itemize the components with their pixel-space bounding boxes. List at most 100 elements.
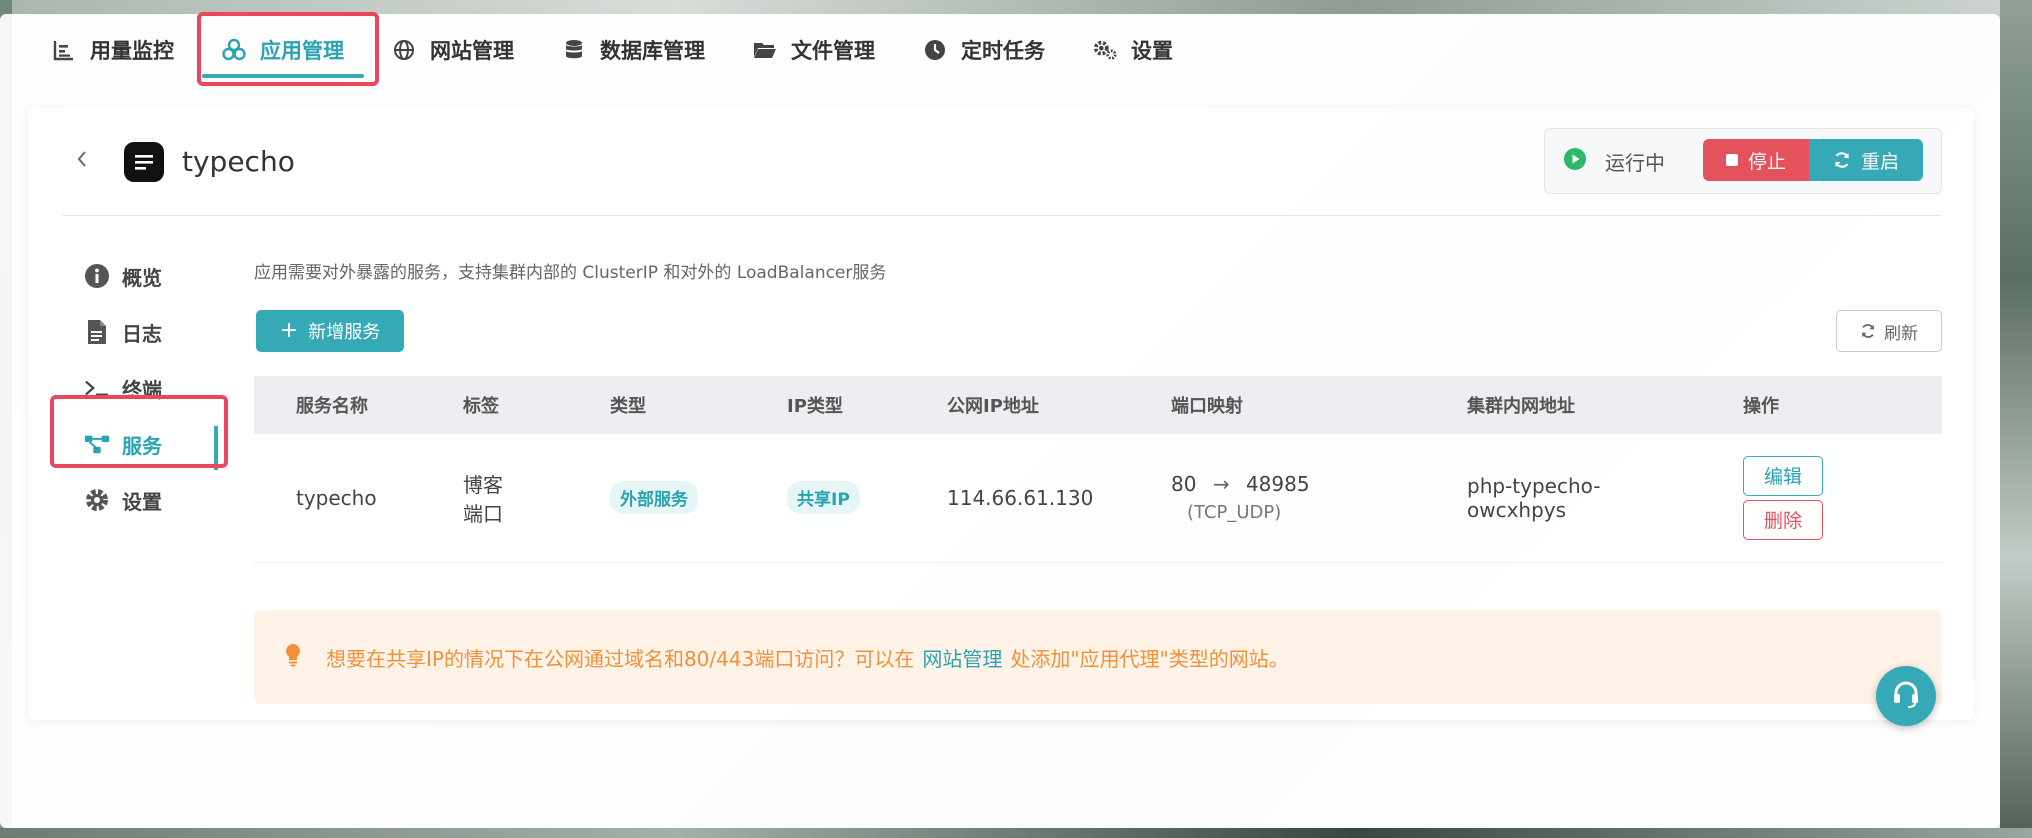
nav-item-files[interactable]: 文件管理 — [729, 22, 899, 78]
ip-type-badge: 共享IP — [787, 481, 860, 515]
arrow-right-icon: → — [1212, 472, 1230, 497]
chevron-left-icon — [75, 149, 89, 175]
gear-icon — [84, 487, 110, 513]
clock-icon — [923, 38, 947, 62]
column-header: 类型 — [610, 396, 646, 417]
nav-item-label: 设置 — [1131, 39, 1173, 63]
website-management-link[interactable]: 网站管理 — [922, 643, 1002, 672]
tip-text: 想要在共享IP的情况下在公网通过域名和80/443端口访问？可以在 — [326, 646, 915, 671]
add-service-button[interactable]: + 新增服务 — [256, 310, 404, 352]
file-icon — [84, 319, 110, 345]
nav-item-settings[interactable]: 设置 — [1069, 22, 1197, 78]
background-right — [2000, 0, 2032, 838]
side-item-terminal[interactable]: 终端 — [84, 360, 224, 416]
side-item-label: 日志 — [122, 321, 162, 346]
database-icon — [562, 38, 586, 62]
card-header: typecho 运行中 停止 重启 — [62, 108, 1942, 216]
column-header: 端口映射 — [1171, 396, 1243, 417]
lightbulb-icon — [284, 643, 302, 672]
nav-item-usage[interactable]: 用量监控 — [28, 22, 198, 78]
nav-item-label: 文件管理 — [791, 39, 875, 63]
stop-label: 停止 — [1747, 150, 1786, 173]
nav-item-label: 定时任务 — [961, 39, 1045, 63]
info-icon — [84, 263, 110, 289]
nav-item-label: 应用管理 — [260, 39, 344, 63]
share-nodes-icon — [84, 431, 110, 457]
column-header: 公网IP地址 — [947, 396, 1039, 417]
nav-item-label: 用量监控 — [90, 39, 174, 63]
terminal-icon — [84, 375, 110, 401]
refresh-button[interactable]: 刷新 — [1836, 310, 1942, 352]
apps-icon — [222, 38, 246, 62]
port-from: 80 — [1171, 472, 1197, 497]
column-header: IP类型 — [787, 396, 843, 417]
column-header: 服务名称 — [296, 396, 368, 417]
side-menu: 概览 日志 终端 服务 设置 — [84, 248, 224, 528]
app-window: 用量监控 应用管理 网站管理 数据库管理 文件管理 定时任务 设置 typech… — [0, 12, 2000, 828]
tip-text: 处添加"应用代理"类型的网站。 — [1010, 646, 1289, 671]
delete-button[interactable]: 删除 — [1743, 499, 1823, 540]
restart-label: 重启 — [1860, 150, 1899, 173]
side-item-label: 终端 — [122, 377, 162, 402]
label-text: 端口 — [463, 501, 503, 526]
table-row: typecho 博客 端口 外部服务 共享IP 114.66.61.130 80… — [254, 434, 1942, 562]
side-item-logs[interactable]: 日志 — [84, 304, 224, 360]
restart-button[interactable]: 重启 — [1809, 139, 1923, 181]
nav-item-websites[interactable]: 网站管理 — [368, 22, 538, 78]
label-text: 博客 — [463, 472, 503, 497]
status-text: 运行中 — [1605, 150, 1665, 175]
port-to: 48985 — [1245, 472, 1310, 497]
side-item-overview[interactable]: 概览 — [84, 248, 224, 304]
edit-button[interactable]: 编辑 — [1743, 455, 1823, 496]
play-circle-icon — [1563, 147, 1587, 175]
table-header-row: 服务名称 标签 类型 IP类型 公网IP地址 端口映射 集群内网地址 操作 — [254, 376, 1942, 434]
side-item-settings[interactable]: 设置 — [84, 472, 224, 528]
headset-icon — [1890, 678, 1922, 714]
nav-item-label: 数据库管理 — [600, 39, 705, 63]
ip-type-cell: 共享IP — [745, 434, 905, 562]
cluster-address: php-typecho- owcxhpys — [1425, 434, 1701, 562]
services-description: 应用需要对外暴露的服务，支持集群内部的 ClusterIP 和对外的 LoadB… — [254, 263, 887, 283]
nav-item-apps[interactable]: 应用管理 — [198, 22, 368, 78]
gears-icon — [1093, 38, 1117, 62]
stop-icon — [1725, 154, 1738, 166]
status-panel: 运行中 停止 重启 — [1544, 128, 1942, 194]
plus-icon: + — [279, 318, 299, 343]
side-item-label: 概览 — [122, 265, 162, 290]
services-content: 应用需要对外暴露的服务，支持集群内部的 ClusterIP 和对外的 LoadB… — [254, 248, 1942, 563]
column-header: 操作 — [1743, 396, 1779, 417]
nav-item-label: 网站管理 — [430, 39, 514, 63]
side-item-label: 服务 — [122, 433, 162, 458]
support-chat-button[interactable] — [1876, 666, 1936, 726]
port-mapping: 80 → 48985 (TCP_UDP) — [1129, 434, 1425, 562]
sync-icon — [1833, 151, 1851, 169]
service-type-cell: 外部服务 — [568, 434, 745, 562]
top-nav: 用量监控 应用管理 网站管理 数据库管理 文件管理 定时任务 设置 — [28, 14, 1197, 86]
services-toolbar: + 新增服务 刷新 — [254, 298, 1942, 362]
cluster-address-text: php-typecho- — [1467, 473, 1601, 498]
side-item-services[interactable]: 服务 — [84, 416, 224, 472]
services-table: 服务名称 标签 类型 IP类型 公网IP地址 端口映射 集群内网地址 操作 ty… — [254, 376, 1942, 563]
service-name: typecho — [296, 485, 377, 510]
column-header: 集群内网地址 — [1467, 396, 1575, 417]
folder-icon — [753, 38, 777, 62]
globe-icon — [392, 38, 416, 62]
service-type-badge: 外部服务 — [610, 481, 698, 515]
app-title: typecho — [182, 145, 295, 178]
public-ip: 114.66.61.130 — [947, 485, 1094, 510]
back-button[interactable] — [62, 142, 102, 182]
app-logo — [124, 141, 164, 182]
side-item-label: 设置 — [122, 489, 162, 514]
cluster-address-text: owcxhpys — [1467, 497, 1567, 522]
stop-button[interactable]: 停止 — [1703, 139, 1809, 181]
nav-item-cron[interactable]: 定时任务 — [899, 22, 1069, 78]
column-header: 标签 — [463, 396, 499, 417]
active-indicator — [214, 426, 218, 470]
refresh-label: 刷新 — [1884, 323, 1918, 344]
nav-item-database[interactable]: 数据库管理 — [538, 22, 729, 78]
service-labels: 博客 端口 — [421, 434, 568, 562]
tip-banner: 想要在共享IP的情况下在公网通过域名和80/443端口访问？可以在 网站管理 处… — [254, 610, 1942, 704]
sync-icon — [1860, 323, 1876, 339]
chart-icon — [52, 38, 76, 62]
port-protocol: (TCP_UDP) — [1187, 502, 1282, 524]
